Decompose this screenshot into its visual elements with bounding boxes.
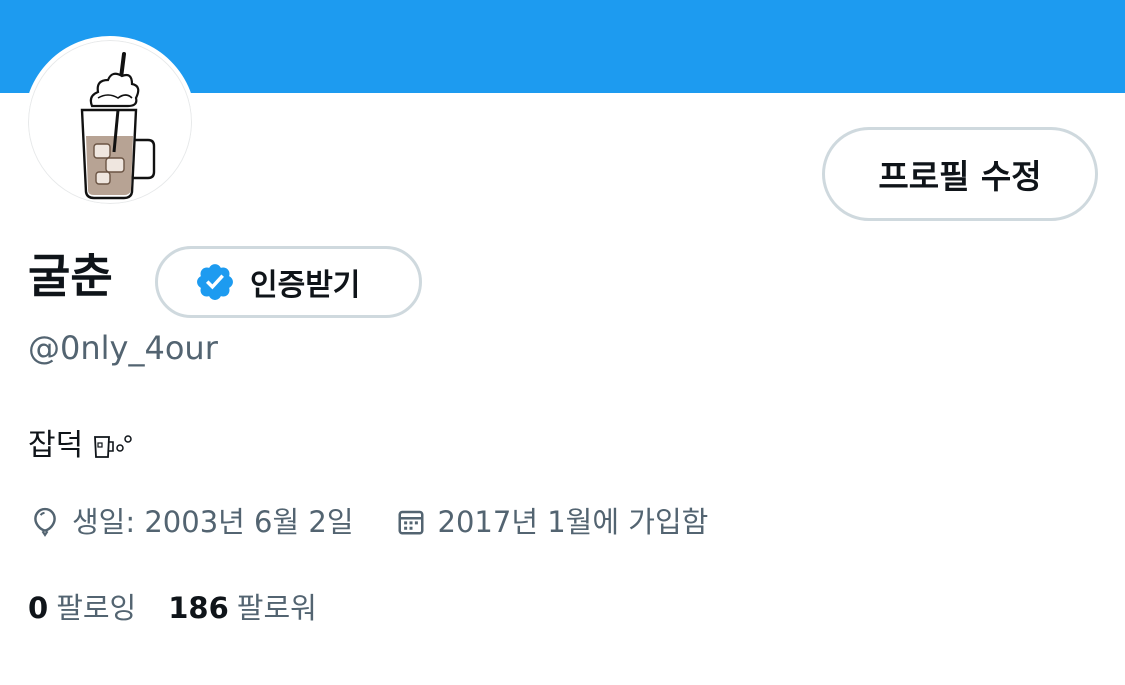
- birthday-item: 생일: 2003년 6월 2일: [30, 500, 354, 544]
- get-verified-button[interactable]: 인증받기: [155, 246, 422, 318]
- iced-coffee-avatar-image: [80, 52, 156, 200]
- iced-drink-emoji: [94, 435, 132, 458]
- avatar[interactable]: [24, 36, 196, 208]
- display-name: 굴춘: [28, 249, 113, 303]
- edit-profile-label: 프로필 수정: [878, 157, 1042, 196]
- following-label: 팔로잉: [56, 591, 137, 625]
- verified-badge-icon: [197, 264, 233, 300]
- joined-item: 2017년 1월에 가입함: [396, 500, 709, 544]
- user-handle: @0nly_4our: [28, 329, 218, 367]
- bio-text: 잡덕: [28, 428, 84, 463]
- birthday-text: 생일: 2003년 6월 2일: [72, 505, 354, 539]
- edit-profile-button[interactable]: 프로필 수정: [822, 127, 1098, 221]
- calendar-icon: [398, 510, 424, 535]
- profile-meta: 생일: 2003년 6월 2일 2017년 1월에 가입함: [30, 500, 708, 544]
- joined-text: 2017년 1월에 가입함: [437, 505, 709, 539]
- following-link[interactable]: 0 팔로잉: [28, 586, 136, 630]
- follow-stats: 0 팔로잉 186 팔로워: [28, 586, 317, 630]
- get-verified-label: 인증받기: [250, 268, 361, 303]
- balloon-icon: [34, 507, 56, 537]
- following-count: 0: [28, 591, 49, 625]
- followers-link[interactable]: 186 팔로워: [168, 586, 317, 630]
- bio: 잡덕: [28, 424, 135, 468]
- followers-label: 팔로워: [236, 591, 317, 625]
- followers-count: 186: [168, 591, 229, 625]
